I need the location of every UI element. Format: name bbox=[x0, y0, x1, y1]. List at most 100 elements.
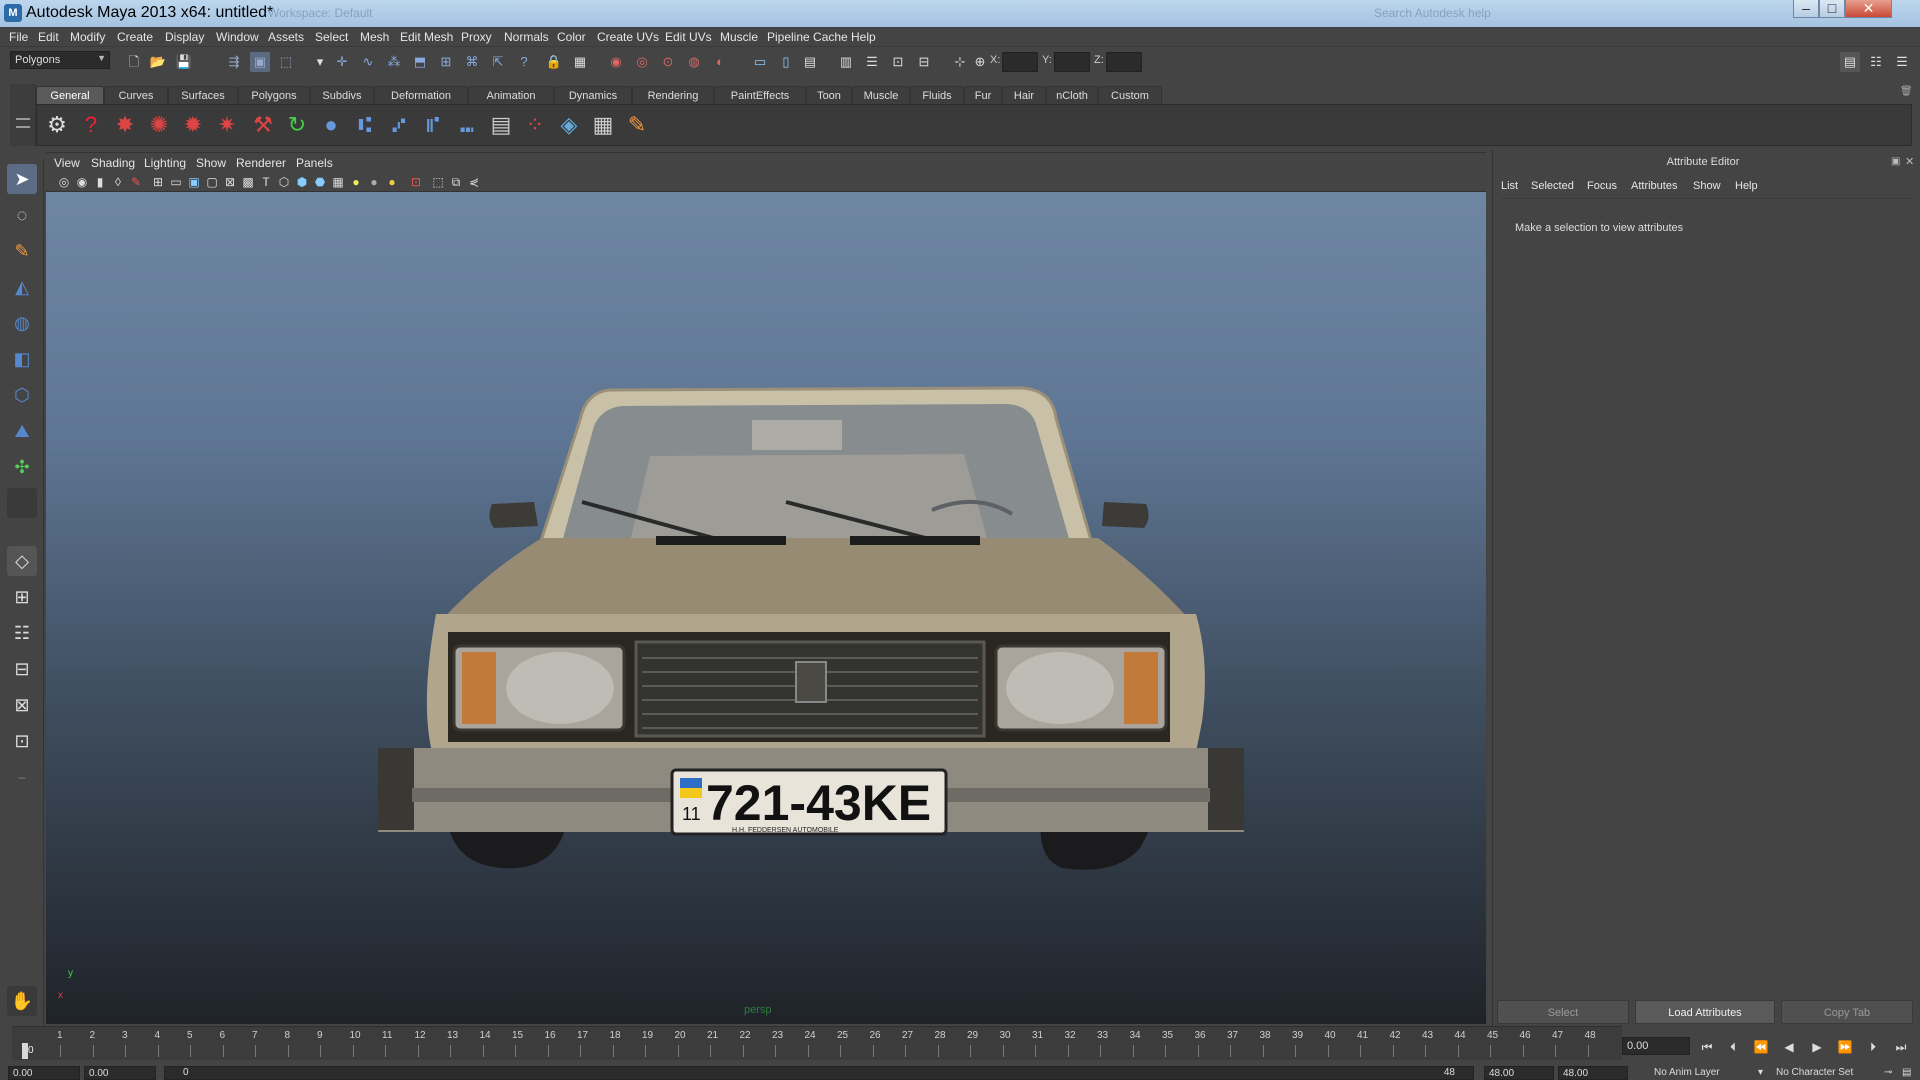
blend-shape-icon[interactable]: ⑆ bbox=[351, 111, 379, 139]
tab-subdivs[interactable]: Subdivs bbox=[310, 86, 374, 104]
copy-tab-button[interactable]: Copy Tab bbox=[1781, 1000, 1913, 1024]
tab-general[interactable]: General bbox=[36, 86, 104, 104]
go-to-start-icon[interactable]: ⏮ bbox=[1698, 1038, 1716, 1056]
menu-edit-mesh[interactable]: Edit Mesh bbox=[400, 30, 453, 44]
grid-icon[interactable]: ⊞ bbox=[150, 174, 166, 190]
lock-icon[interactable]: 🔒 bbox=[544, 52, 564, 72]
hammer-icon[interactable]: ⚒ bbox=[249, 111, 277, 139]
menu-edit[interactable]: Edit bbox=[38, 30, 59, 44]
menu-help[interactable]: Help bbox=[851, 30, 876, 44]
safe-action-icon[interactable]: ▩ bbox=[240, 174, 256, 190]
single-perspective-layout-icon[interactable]: ◇ bbox=[7, 546, 37, 576]
menu-proxy[interactable]: Proxy bbox=[461, 30, 492, 44]
paint-select-tool-icon[interactable]: ✎ bbox=[7, 236, 37, 266]
gate-mask-icon[interactable]: ▢ bbox=[204, 174, 220, 190]
persp-outliner-layout-icon[interactable]: ☷ bbox=[7, 618, 37, 648]
current-frame-field[interactable]: 0.00 bbox=[1622, 1037, 1690, 1055]
tab-painteffects[interactable]: PaintEffects bbox=[714, 86, 806, 104]
render-view-icon[interactable]: ◐ bbox=[710, 52, 730, 72]
tab-curves[interactable]: Curves bbox=[104, 86, 168, 104]
play-forward-icon[interactable]: ▶ bbox=[1808, 1038, 1826, 1056]
ae-select-button[interactable]: Select bbox=[1497, 1000, 1629, 1024]
character-set-dropdown[interactable]: No Character Set bbox=[1776, 1067, 1853, 1078]
transform-mode-icon[interactable]: ⊹ bbox=[950, 52, 970, 72]
joint-tool-icon[interactable]: ✺ bbox=[145, 111, 173, 139]
hypershade-layout-icon[interactable]: ⊠ bbox=[7, 690, 37, 720]
menu-create-uvs[interactable]: Create UVs bbox=[597, 30, 659, 44]
select-object-icon[interactable]: ▣ bbox=[250, 52, 270, 72]
menu-select[interactable]: Select bbox=[315, 30, 348, 44]
tool-settings-toggle-icon[interactable]: ☷ bbox=[1866, 52, 1886, 72]
use-all-lights-icon[interactable]: ● bbox=[348, 174, 364, 190]
key-icon[interactable]: ⊸ bbox=[1884, 1067, 1892, 1078]
chevron-down-icon[interactable]: ▾ bbox=[1758, 1067, 1763, 1078]
menu-muscle[interactable]: Muscle bbox=[720, 30, 758, 44]
start-time-field[interactable]: 0.00 bbox=[8, 1066, 80, 1080]
menu-edit-uvs[interactable]: Edit UVs bbox=[665, 30, 712, 44]
save-scene-icon[interactable]: 💾 bbox=[174, 52, 194, 72]
tab-toon[interactable]: Toon bbox=[806, 86, 852, 104]
soft-modification-icon[interactable]: ⛰ bbox=[7, 416, 37, 446]
viewport-menu-panels[interactable]: Panels bbox=[296, 156, 333, 170]
wireframe-icon[interactable]: ⬡ bbox=[276, 174, 292, 190]
go-to-end-icon[interactable]: ⏭ bbox=[1892, 1038, 1910, 1056]
last-tool-icon[interactable] bbox=[7, 488, 37, 518]
ae-menu-help[interactable]: Help bbox=[1735, 180, 1758, 192]
sculpt-polygons-icon[interactable]: ✸ bbox=[111, 111, 139, 139]
shelf-trash-icon[interactable]: 🗑 bbox=[1900, 86, 1913, 100]
time-slider[interactable]: 1 2 3 4 5 6 7 8 9 10 11 12 13 14 15 16 17 18 19 20 21 22 23 24 2… bbox=[12, 1026, 1622, 1060]
ae-menu-show[interactable]: Show bbox=[1693, 180, 1721, 192]
ipr-render-icon[interactable]: ◎ bbox=[632, 52, 652, 72]
reel-icon[interactable]: ⚙ bbox=[43, 111, 71, 139]
graph-editor-icon[interactable]: ⊡ bbox=[888, 52, 908, 72]
menu-pipeline-cache[interactable]: Pipeline Cache bbox=[767, 30, 848, 44]
persp-graph-layout-icon[interactable]: ⊟ bbox=[7, 654, 37, 684]
scale-tool-icon[interactable]: ◧ bbox=[7, 344, 37, 374]
relative-mode-icon[interactable]: ⊕ bbox=[970, 52, 990, 72]
select-tool-icon[interactable]: ➤ bbox=[7, 164, 37, 194]
menu-modify[interactable]: Modify bbox=[70, 30, 105, 44]
playback-start-field[interactable]: 0.00 bbox=[84, 1066, 156, 1080]
tab-deformation[interactable]: Deformation bbox=[374, 86, 468, 104]
smooth-shade-icon[interactable]: ⬢ bbox=[294, 174, 310, 190]
safe-title-icon[interactable]: T bbox=[258, 174, 274, 190]
range-slider[interactable]: 0 48 bbox=[164, 1066, 1474, 1080]
ambient-occlusion-icon[interactable]: ● bbox=[384, 174, 400, 190]
paint-weights-icon[interactable]: ✷ bbox=[213, 111, 241, 139]
camera-attributes-icon[interactable]: ◉ bbox=[74, 174, 90, 190]
xray-icon[interactable]: ⬚ bbox=[430, 174, 446, 190]
attribute-editor-toggle-icon[interactable]: ▤ bbox=[1840, 52, 1860, 72]
playback-end-field[interactable]: 48.00 bbox=[1484, 1066, 1554, 1080]
render-current-icon[interactable]: ◉ bbox=[606, 52, 626, 72]
step-back-key-icon[interactable]: ⏪ bbox=[1752, 1038, 1770, 1056]
tool-settings-icon[interactable]: ▤ bbox=[800, 52, 820, 72]
trax-editor-icon[interactable]: ⊟ bbox=[914, 52, 934, 72]
help-question-icon[interactable]: ? bbox=[77, 111, 105, 139]
xray-joints-icon[interactable]: ⧉ bbox=[448, 174, 464, 190]
menu-create[interactable]: Create bbox=[117, 30, 153, 44]
ae-menu-focus[interactable]: Focus bbox=[1587, 180, 1617, 192]
lasso-tool-icon[interactable]: ◌ bbox=[7, 200, 37, 230]
tab-hair[interactable]: Hair bbox=[1002, 86, 1046, 104]
menu-color[interactable]: Color bbox=[557, 30, 586, 44]
float-panel-icon[interactable]: ▣ bbox=[1891, 156, 1900, 167]
step-forward-frame-icon[interactable]: ⏵ bbox=[1864, 1038, 1882, 1056]
shadows-icon[interactable]: ● bbox=[366, 174, 382, 190]
textured-icon[interactable]: ▦ bbox=[330, 174, 346, 190]
universal-manipulator-icon[interactable]: ⬡ bbox=[7, 380, 37, 410]
snap-grid-icon[interactable]: ✛ bbox=[332, 52, 352, 72]
z-coord-field[interactable] bbox=[1106, 52, 1142, 72]
cluster-icon[interactable]: ⑈ bbox=[419, 111, 447, 139]
x-coord-field[interactable] bbox=[1002, 52, 1038, 72]
outliner-icon[interactable]: ☰ bbox=[862, 52, 882, 72]
tab-muscle[interactable]: Muscle bbox=[852, 86, 910, 104]
field-chart-icon[interactable]: ⊠ bbox=[222, 174, 238, 190]
y-coord-field[interactable] bbox=[1054, 52, 1090, 72]
select-hierarchy-icon[interactable]: ⇶ bbox=[224, 52, 244, 72]
viewport-menu-lighting[interactable]: Lighting bbox=[144, 156, 186, 170]
bookmark-icon[interactable]: ▮ bbox=[92, 174, 108, 190]
particle-icon[interactable]: ⁘ bbox=[521, 111, 549, 139]
viewport-menu-renderer[interactable]: Renderer bbox=[236, 156, 286, 170]
sphere-icon[interactable]: ● bbox=[317, 111, 345, 139]
two-d-pan-zoom-icon[interactable]: ✎ bbox=[128, 174, 144, 190]
